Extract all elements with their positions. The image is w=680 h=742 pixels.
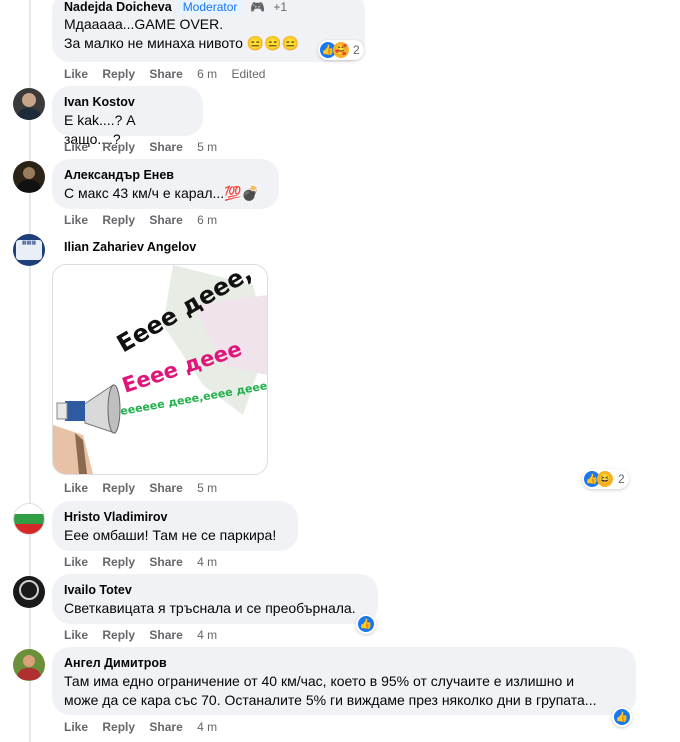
avatar[interactable] <box>13 88 45 120</box>
like-action[interactable]: Like <box>64 139 88 155</box>
comment-actions: Like Reply Share 4 m <box>64 554 228 570</box>
comment-actions: Like Reply Share 4 m <box>64 719 228 735</box>
comment-actions: Like Reply Share 6 m Edited <box>64 66 276 82</box>
comment-bubble: Ivailo Totev Светкавицата я тръснала и с… <box>52 574 378 624</box>
share-action[interactable]: Share <box>149 627 182 643</box>
comment-text-line: За малко не минаха нивото 😑😑😑 <box>64 35 300 51</box>
reply-action[interactable]: Reply <box>102 66 135 82</box>
reply-action[interactable]: Reply <box>102 480 135 496</box>
comment-author[interactable]: Ivailo Totev <box>64 582 132 598</box>
reply-action[interactable]: Reply <box>102 212 135 228</box>
avatar[interactable] <box>13 649 45 681</box>
like-icon: 👍 <box>358 616 374 632</box>
comment-actions: Like Reply Share 4 m <box>64 627 228 643</box>
avatar[interactable] <box>13 576 45 608</box>
comment-text-line: Там има едно ограничение от 40 км/час, к… <box>64 673 575 689</box>
comment-time[interactable]: 4 m <box>197 719 217 735</box>
avatar[interactable] <box>13 503 45 535</box>
comment-text-line: С макс 43 км/ч е карал...💯💣 <box>64 185 260 201</box>
like-action[interactable]: Like <box>64 480 88 496</box>
comment-text-line: Светкавицата я тръснала и се преобърнала… <box>64 600 356 616</box>
comment-time[interactable]: 6 m <box>197 66 217 82</box>
reactions-summary[interactable]: 👍 <box>612 707 632 727</box>
care-icon: 🥰 <box>333 42 349 58</box>
avatar[interactable] <box>13 161 45 193</box>
comment-time[interactable]: 6 m <box>197 212 217 228</box>
comment-bubble: Александър Енев С макс 43 км/ч е карал..… <box>52 159 279 209</box>
reactions-summary[interactable]: 👍 <box>356 614 376 634</box>
reply-action[interactable]: Reply <box>102 719 135 735</box>
megaphone-icon <box>53 384 121 474</box>
like-action[interactable]: Like <box>64 719 88 735</box>
badge-extra: +1 <box>273 0 288 14</box>
reaction-count: 2 <box>618 472 625 486</box>
comment-image[interactable]: Ееее деее, Ееее деее ееееее деее,ееее де… <box>52 264 268 475</box>
comment-bubble: Ivan Kostov Е kak....? А защо....? <box>52 86 203 147</box>
share-action[interactable]: Share <box>149 554 182 570</box>
moderator-badge: Moderator <box>177 0 243 15</box>
share-action[interactable]: Share <box>149 480 182 496</box>
comment-bubble: Hristo Vladimirov Еее омбаши! Там не се … <box>52 501 298 551</box>
comment-author[interactable]: Nadejda Doicheva <box>64 0 172 15</box>
share-action[interactable]: Share <box>149 212 182 228</box>
share-action[interactable]: Share <box>149 66 182 82</box>
comment-actions: Like Reply Share 5 m <box>64 480 228 496</box>
share-action[interactable]: Share <box>149 719 182 735</box>
badge-icon: 🎮 <box>250 0 266 14</box>
reply-action[interactable]: Reply <box>102 627 135 643</box>
reactions-summary[interactable]: 👍 😆 2 <box>582 469 629 489</box>
like-action[interactable]: Like <box>64 66 88 82</box>
reaction-count: 2 <box>353 43 360 57</box>
reply-action[interactable]: Reply <box>102 139 135 155</box>
comment-text-line: Еее омбаши! Там не се паркира! <box>64 527 277 543</box>
comment-author[interactable]: Hristo Vladimirov <box>64 509 168 525</box>
comment-author[interactable]: Ivan Kostov <box>64 94 135 110</box>
like-icon: 👍 <box>614 709 630 725</box>
comment-author[interactable]: Ангел Димитров <box>64 655 167 671</box>
comment-time[interactable]: 5 m <box>197 480 217 496</box>
comment-time[interactable]: 4 m <box>197 627 217 643</box>
reactions-summary[interactable]: 👍 🥰 2 <box>318 40 364 60</box>
comment-text-line: Мдааааа...GAME OVER. <box>64 16 224 32</box>
comment-time[interactable]: 4 m <box>197 554 217 570</box>
avatar[interactable]: ▦▦▦ <box>13 234 45 266</box>
edited-label: Edited <box>231 67 266 81</box>
comment-bubble: Ангел Димитров Там има едно ограничение … <box>52 647 636 715</box>
reply-action[interactable]: Reply <box>102 554 135 570</box>
like-action[interactable]: Like <box>64 554 88 570</box>
comment-actions: Like Reply Share 6 m <box>64 212 228 228</box>
like-action[interactable]: Like <box>64 212 88 228</box>
comment-author[interactable]: Ilian Zahariev Angelov <box>64 240 196 254</box>
comment-time[interactable]: 5 m <box>197 139 217 155</box>
share-action[interactable]: Share <box>149 139 182 155</box>
megaphone-meme: Ееее деее, Ееее деее ееееее деее,ееее де… <box>53 265 267 474</box>
comment-text-line: може да се кара със 70. Останалите 5% ги… <box>64 692 597 708</box>
haha-icon: 😆 <box>597 471 613 487</box>
comment-author[interactable]: Александър Енев <box>64 167 174 183</box>
comment-actions: Like Reply Share 5 m <box>64 139 228 155</box>
like-action[interactable]: Like <box>64 627 88 643</box>
